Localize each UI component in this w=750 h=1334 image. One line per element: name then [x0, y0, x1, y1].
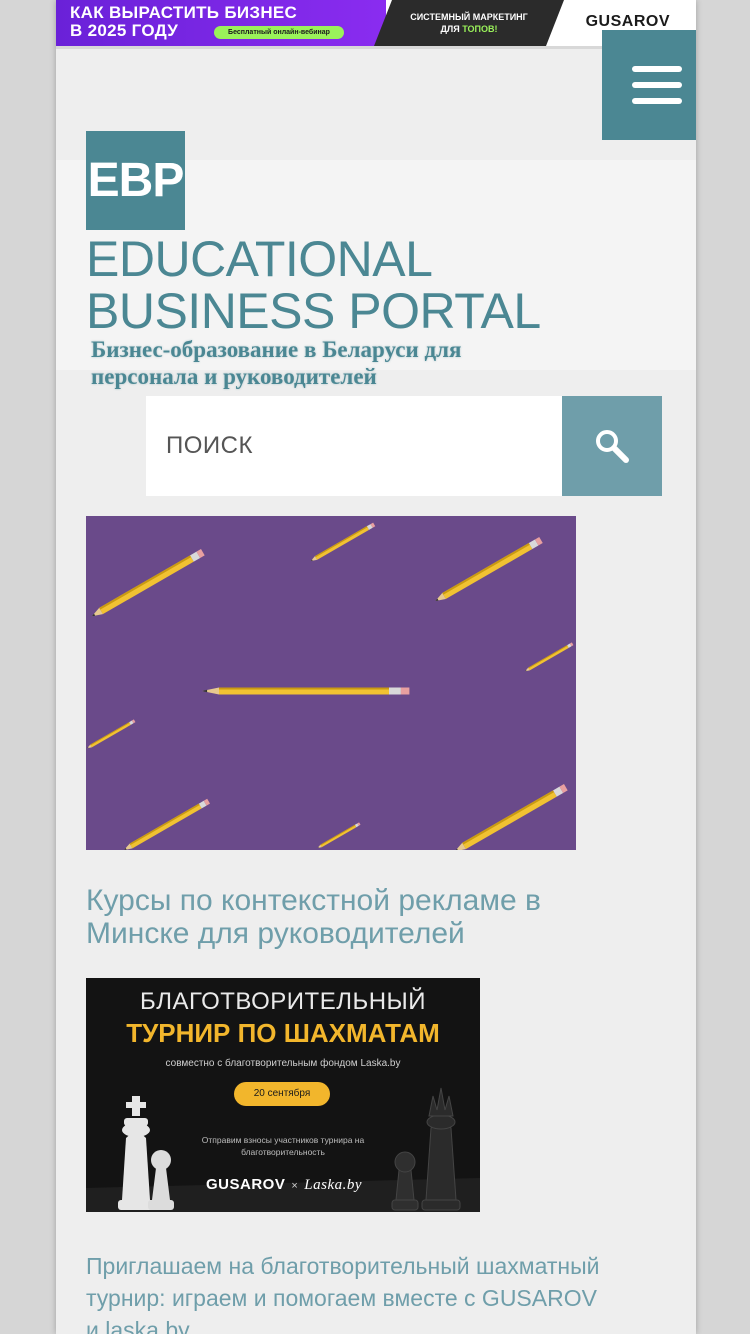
menu-button[interactable]: [602, 30, 696, 140]
ad-brand-logo: GUSAROV: [585, 13, 670, 30]
ad-middle-text: СИСТЕМНЫЙ МАРКЕТИНГ ДЛЯ ТОПОВ!: [374, 11, 564, 35]
chess-banner-date: 20 сентября: [234, 1082, 330, 1106]
chess-banner-brands: GUSAROV × Laska.by: [184, 1176, 384, 1194]
menu-bar-middle: [632, 82, 682, 88]
ad-middle-line1: СИСТЕМНЫЙ МАРКЕТИНГ: [410, 12, 528, 22]
site-logo[interactable]: EBP: [86, 131, 185, 230]
search-icon: [596, 430, 629, 463]
menu-bar-top: [632, 66, 682, 72]
chess-banner-line2: ТУРНИР ПО ШАХМАТАМ: [126, 1018, 440, 1048]
site-title[interactable]: EDUCATIONAL BUSINESS PORTAL: [86, 233, 606, 337]
banner-divider: [56, 46, 696, 49]
chess-brand-laska: Laska.by: [304, 1177, 363, 1193]
chess-brand-separator: ×: [291, 1180, 299, 1192]
pencils-illustration: [86, 516, 576, 850]
ad-middle-line2-highlight: ТОПОВ!: [462, 24, 498, 34]
chess-banner-subtitle: совместно с благотворительным фондом Las…: [165, 1058, 401, 1069]
post-image-pencils[interactable]: [86, 516, 576, 850]
post-title-link[interactable]: Приглашаем на благотворительный шахматны…: [86, 1250, 606, 1334]
ad-left-panel: КАК ВЫРАСТИТЬ БИЗНЕС В 2025 ГОДУ Бесплат…: [56, 0, 386, 46]
chess-brand-gusarov: GUSAROV: [205, 1176, 286, 1193]
page: КАК ВЫРАСТИТЬ БИЗНЕС В 2025 ГОДУ Бесплат…: [56, 0, 696, 1334]
post-title-link[interactable]: Курсы по контекстной рекламе в Минске дл…: [86, 884, 586, 950]
menu-bar-bottom: [632, 98, 682, 104]
site-logo-text: EBP: [87, 154, 185, 207]
ad-pill-label: Бесплатный онлайн-вебинар: [214, 26, 344, 39]
ad-middle-panel: СИСТЕМНЫЙ МАРКЕТИНГ ДЛЯ ТОПОВ!: [374, 0, 564, 46]
search-input[interactable]: [146, 396, 562, 496]
top-ad-banner[interactable]: КАК ВЫРАСТИТЬ БИЗНЕС В 2025 ГОДУ Бесплат…: [56, 0, 696, 46]
ad-middle-line2-prefix: ДЛЯ: [440, 24, 463, 34]
site-tagline: Бизнес-образование в Беларуси для персон…: [91, 337, 462, 389]
chess-banner-line1: БЛАГОТВОРИТЕЛЬНЫЙ: [139, 988, 427, 1015]
chess-banner-note: Отправим взносы участников турнира на бл…: [201, 1135, 365, 1157]
ad-middle-line2: ДЛЯ ТОПОВ!: [374, 23, 564, 35]
post-image-chess[interactable]: БЛАГОТВОРИТЕЛЬНЫЙ ТУРНИР ПО ШАХМАТАМ сов…: [86, 978, 480, 1212]
search-button[interactable]: [562, 396, 662, 496]
